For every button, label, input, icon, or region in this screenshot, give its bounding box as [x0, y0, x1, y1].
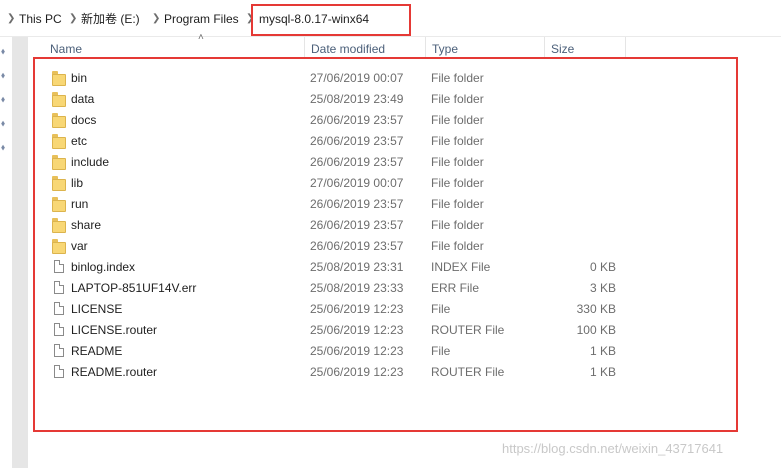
pin-icon[interactable]: ⬧ [1, 93, 11, 105]
breadcrumb-this-pc[interactable]: This PC [19, 11, 62, 27]
chevron-right-icon[interactable]: ❯ [7, 11, 15, 27]
navigation-pane[interactable]: ⬧ ⬧ ⬧ ⬧ ⬧ [0, 37, 12, 468]
column-divider[interactable] [544, 37, 545, 59]
pin-icon[interactable]: ⬧ [1, 141, 11, 153]
pin-icon[interactable]: ⬧ [1, 69, 11, 81]
pin-icon[interactable]: ⬧ [1, 117, 11, 129]
chevron-right-icon[interactable]: ❯ [152, 11, 160, 27]
column-type[interactable]: Type [432, 41, 458, 57]
column-size[interactable]: Size [551, 41, 574, 57]
column-header: ˄ Name Date modified Type Size [28, 32, 781, 59]
column-divider[interactable] [425, 37, 426, 59]
column-divider[interactable] [304, 37, 305, 59]
pin-icon[interactable]: ⬧ [1, 45, 11, 57]
sort-ascending-icon: ˄ [198, 32, 204, 43]
annotation-box-address [251, 4, 411, 36]
column-date-modified[interactable]: Date modified [311, 41, 385, 57]
breadcrumb-drive[interactable]: 新加卷 (E:) [81, 11, 140, 27]
chevron-right-icon[interactable]: ❯ [69, 11, 77, 27]
watermark: https://blog.csdn.net/weixin_43717641 [502, 441, 724, 456]
navigation-scrollbar[interactable] [12, 37, 28, 468]
annotation-box-files [33, 57, 738, 432]
column-name[interactable]: Name [50, 41, 82, 57]
breadcrumb-program-files[interactable]: Program Files [164, 11, 239, 27]
column-divider[interactable] [625, 37, 626, 59]
